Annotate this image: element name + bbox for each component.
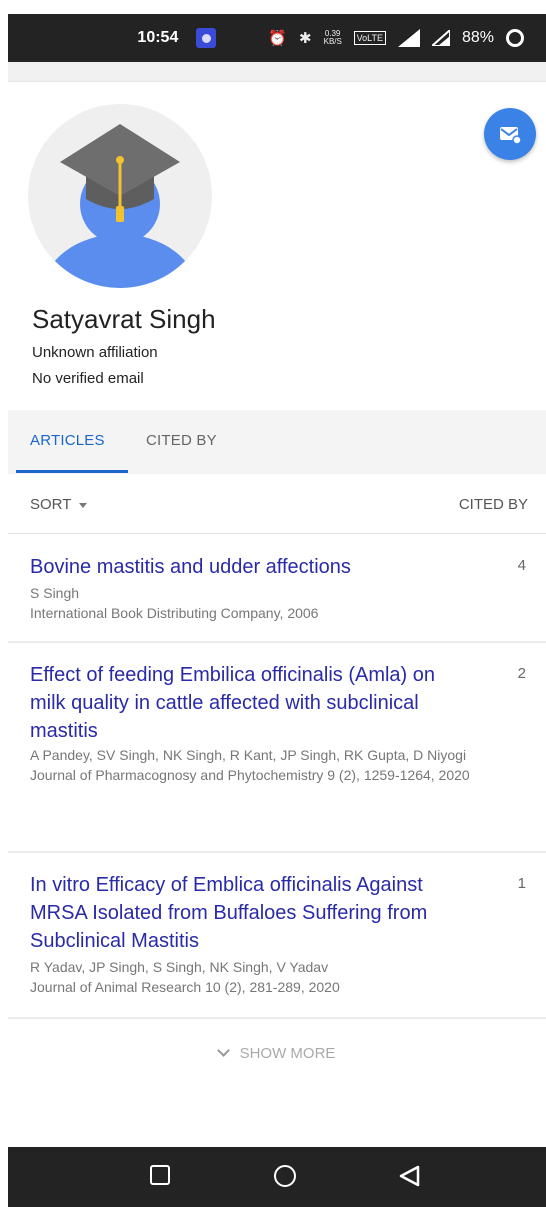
active-tab-indicator [16,470,128,473]
profile-tabs: ARTICLES CITED BY [8,410,546,474]
app-notification-icon [196,28,217,48]
article-cited-count[interactable]: 4 [518,557,526,574]
article-cited-count[interactable]: 1 [518,875,526,892]
article-title[interactable]: In vitro Efficacy of Emblica officinalis… [30,871,470,955]
alarm-icon: ⏰ [268,30,288,47]
author-email-status: No verified email [32,370,144,387]
sort-label: SORT [30,496,72,513]
signal-icon [397,29,420,47]
chevron-down-icon [216,1044,230,1057]
follow-email-button[interactable] [484,108,536,160]
status-time: 10:54 [137,29,179,46]
data-speed-icon: 0.39 KB/S [323,29,342,46]
chevron-down-icon [79,502,88,508]
article-authors: R Yadav, JP Singh, S Singh, NK Singh, V … [30,959,329,975]
article-venue: International Book Distributing Company,… [30,605,319,621]
article-venue: Journal of Pharmacognosy and Phytochemis… [30,767,470,783]
article-authors: S Singh [30,585,80,601]
app-top-bar [8,62,546,82]
home-icon[interactable] [274,1165,296,1187]
author-affiliation: Unknown affiliation [32,344,158,361]
battery-ring-icon [506,29,524,47]
cited-by-column-header[interactable]: CITED BY [459,496,528,513]
article-item[interactable]: Effect of feeding Embilica officinalis (… [8,643,546,853]
graduate-avatar-icon [28,104,212,288]
show-more-label: SHOW MORE [239,1045,336,1062]
back-icon[interactable] [398,1165,420,1187]
article-item[interactable]: Bovine mastitis and udder affections S S… [8,535,546,643]
sort-dropdown[interactable]: SORT [30,496,88,513]
article-title[interactable]: Effect of feeding Embilica officinalis (… [30,661,470,745]
article-title[interactable]: Bovine mastitis and udder affections [30,553,470,581]
article-venue: Journal of Animal Research 10 (2), 281-2… [30,979,340,995]
volte-icon: VoLTE [353,31,386,45]
email-follow-icon [500,127,522,145]
article-cited-count[interactable]: 2 [518,665,526,682]
recent-apps-icon[interactable] [150,1165,170,1185]
list-header: SORT CITED BY [8,474,546,534]
profile-header: Satyavrat Singh Unknown affiliation No v… [8,82,546,410]
system-nav-bar [8,1147,546,1207]
article-item[interactable]: In vitro Efficacy of Emblica officinalis… [8,853,546,1019]
author-name: Satyavrat Singh [32,304,216,334]
signal-icon-2 [431,30,450,46]
bluetooth-icon: ✱ [299,30,312,47]
status-bar: 10:54 ⏰ ✱ 0.39 KB/S VoLTE 88% [8,14,546,62]
battery-percent: 88% [461,29,494,46]
article-authors: A Pandey, SV Singh, NK Singh, R Kant, JP… [30,747,467,763]
show-more-button[interactable]: SHOW MORE [8,1044,546,1062]
tab-cited-by[interactable]: CITED BY [146,432,217,449]
tab-articles[interactable]: ARTICLES [30,432,105,449]
